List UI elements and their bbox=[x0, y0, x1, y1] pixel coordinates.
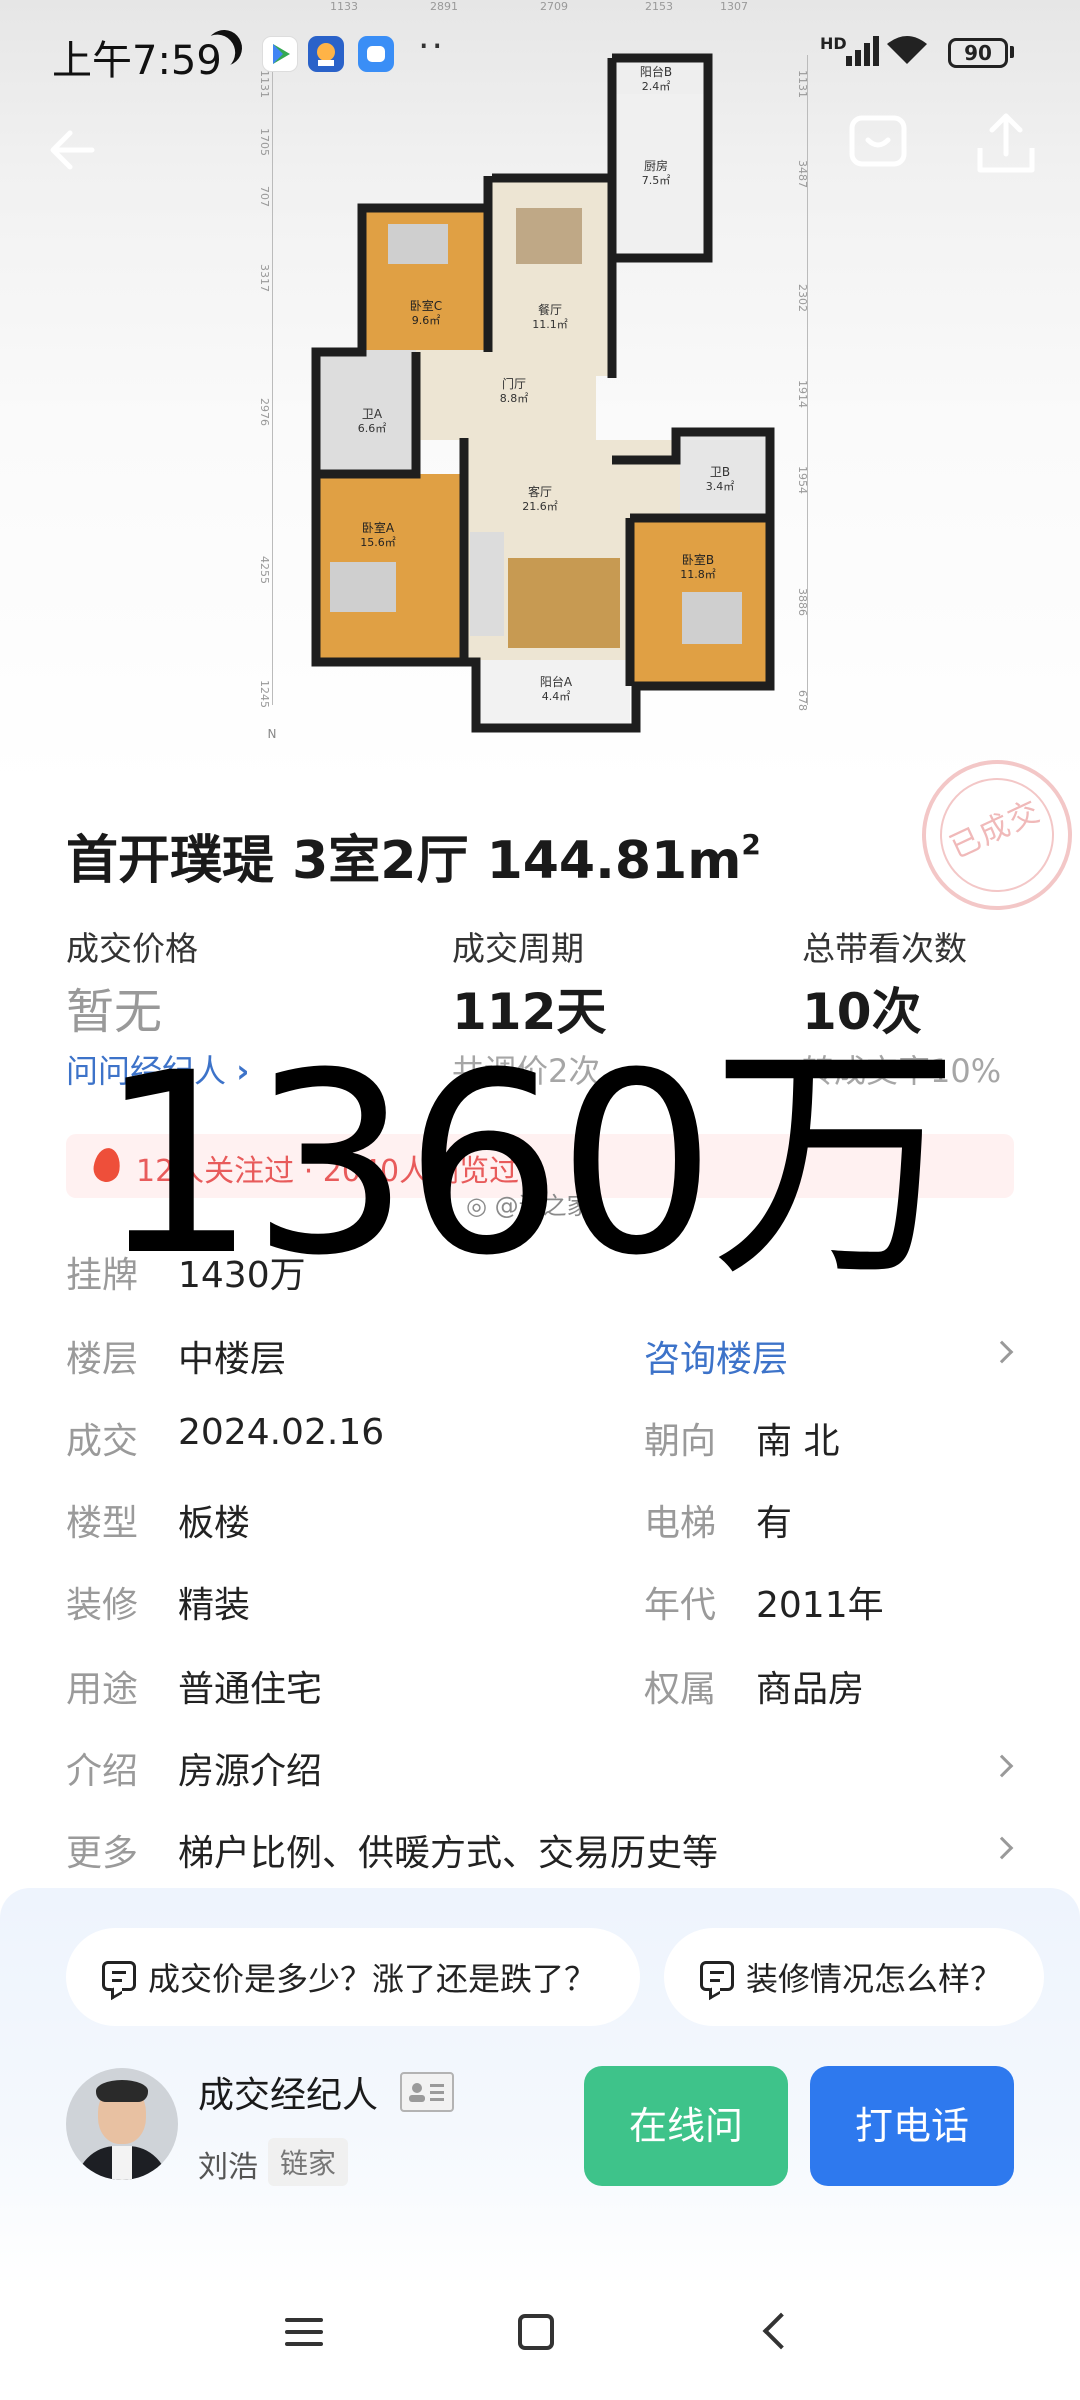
question-chip-decoration[interactable]: 装修情况怎么样？ bbox=[664, 1928, 1044, 2026]
svg-text:9.6㎡: 9.6㎡ bbox=[412, 314, 441, 327]
share-icon bbox=[977, 113, 1035, 173]
battery-tip bbox=[1010, 46, 1014, 58]
call-button[interactable]: 打电话 bbox=[810, 2066, 1014, 2186]
svg-text:卧室A: 卧室A bbox=[362, 520, 395, 535]
deal-date-value: 2024.02.16 bbox=[178, 1412, 385, 1453]
more-link[interactable]: 梯户比例、供暖方式、交易历史等 bbox=[178, 1824, 718, 1876]
decoration-value: 精装 bbox=[178, 1585, 251, 1626]
network-type: HD bbox=[820, 34, 847, 53]
svg-text:门厅: 门厅 bbox=[502, 376, 526, 391]
question-text: 装修情况怎么样？ bbox=[746, 1960, 1003, 1998]
more-label: 更多 bbox=[66, 1833, 139, 1874]
signal-icon bbox=[873, 36, 879, 66]
consult-floor-link[interactable]: 咨询楼层 bbox=[644, 1330, 788, 1382]
signal-icon bbox=[855, 50, 861, 66]
svg-text:N: N bbox=[268, 727, 277, 741]
deal-date-label: 成交 bbox=[66, 1421, 139, 1462]
recent-apps-button[interactable] bbox=[285, 2316, 323, 2348]
arrow-left-icon bbox=[50, 130, 95, 170]
home-button[interactable] bbox=[518, 2314, 554, 2350]
usage-value: 普通住宅 bbox=[178, 1669, 323, 1710]
building-type-label: 楼型 bbox=[66, 1503, 139, 1544]
question-chat-icon bbox=[700, 1961, 734, 1991]
usage-label: 用途 bbox=[66, 1669, 139, 1710]
business-card-icon[interactable] bbox=[400, 2072, 454, 2112]
play-store-icon bbox=[262, 36, 298, 72]
ownership-label: 权属 bbox=[644, 1669, 717, 1710]
agent-role: 成交经纪人 bbox=[198, 2075, 379, 2116]
question-chip-price[interactable]: 成交价是多少？涨了还是跌了？ bbox=[66, 1928, 640, 2026]
intro-label: 介绍 bbox=[66, 1751, 139, 1792]
status-time: 上午7:59 bbox=[52, 38, 222, 84]
battery-icon: 90 bbox=[948, 38, 1008, 68]
avatar-hair bbox=[96, 2080, 148, 2102]
svg-text:客厅: 客厅 bbox=[528, 484, 552, 499]
svg-text:11.1㎡: 11.1㎡ bbox=[532, 318, 568, 331]
deal-price-label: 成交价格 bbox=[66, 929, 198, 968]
svg-text:21.6㎡: 21.6㎡ bbox=[522, 500, 558, 513]
message-app-icon bbox=[358, 36, 394, 72]
app-notification-icon bbox=[308, 36, 344, 72]
svg-text:7.5㎡: 7.5㎡ bbox=[642, 174, 671, 187]
build-year-label: 年代 bbox=[644, 1585, 717, 1626]
orientation-label: 朝向 bbox=[644, 1421, 717, 1462]
floor-value: 中楼层 bbox=[178, 1339, 287, 1380]
svg-text:3.4㎡: 3.4㎡ bbox=[706, 480, 735, 493]
svg-text:餐厅: 餐厅 bbox=[538, 302, 562, 317]
question-text: 成交价是多少？涨了还是跌了？ bbox=[148, 1960, 597, 1998]
floor-plan-image[interactable]: 1133 2891 2709 2153 1307 1131 1705 707 3… bbox=[0, 0, 1080, 790]
signal-icon bbox=[864, 43, 870, 66]
svg-text:厨房: 厨房 bbox=[644, 158, 668, 173]
listing-title: 首开璞瑅 3室2厅 144.81m2 bbox=[66, 818, 761, 893]
svg-text:卧室B: 卧室B bbox=[682, 552, 714, 567]
avatar-shirt bbox=[112, 2146, 132, 2180]
agent-name: 刘浩 bbox=[198, 2150, 258, 2185]
svg-text:卫A: 卫A bbox=[362, 407, 383, 421]
elevator-label: 电梯 bbox=[644, 1503, 717, 1544]
more-notifications-icon: ·· bbox=[418, 26, 445, 67]
viewings-label: 总带看次数 bbox=[802, 929, 967, 968]
floor-label: 楼层 bbox=[66, 1339, 139, 1380]
svg-text:8.8㎡: 8.8㎡ bbox=[500, 392, 529, 405]
deal-cycle-label: 成交周期 bbox=[452, 929, 584, 968]
svg-text:15.6㎡: 15.6㎡ bbox=[360, 536, 396, 549]
svg-text:4.4㎡: 4.4㎡ bbox=[542, 690, 571, 703]
overlay-price-text: 1360万 bbox=[98, 1019, 960, 1310]
question-chat-icon bbox=[102, 1961, 136, 1991]
agent-company-badge: 链家 bbox=[268, 2138, 349, 2186]
elevator-value: 有 bbox=[756, 1503, 793, 1544]
svg-text:11.8㎡: 11.8㎡ bbox=[680, 568, 716, 581]
floor-plan-drawing: 阳台B 2.4㎡ 厨房 7.5㎡ 卧室C 9.6㎡ 餐厅 11.1㎡ 卫A 6.… bbox=[268, 53, 775, 741]
svg-text:6.6㎡: 6.6㎡ bbox=[358, 422, 387, 435]
orientation-value: 南 北 bbox=[756, 1421, 840, 1462]
online-chat-button[interactable]: 在线问 bbox=[584, 2066, 788, 2186]
intro-link[interactable]: 房源介绍 bbox=[178, 1742, 322, 1794]
title-text: 首开璞瑅 3室2厅 144.81m bbox=[66, 831, 742, 891]
svg-text:卧室C: 卧室C bbox=[410, 298, 442, 313]
message-button[interactable] bbox=[846, 112, 910, 176]
ownership-value: 商品房 bbox=[756, 1669, 865, 1710]
build-year-value: 2011年 bbox=[756, 1585, 884, 1626]
svg-text:卫B: 卫B bbox=[710, 465, 730, 479]
svg-text:阳台A: 阳台A bbox=[540, 674, 573, 689]
signal-icon bbox=[846, 56, 852, 66]
share-button[interactable] bbox=[972, 108, 1040, 180]
decoration-label: 装修 bbox=[66, 1585, 139, 1626]
wifi-icon bbox=[885, 34, 929, 64]
building-type-value: 板楼 bbox=[178, 1503, 251, 1544]
back-button[interactable] bbox=[40, 115, 110, 185]
status-bar: 上午7:59 ·· HD 90 bbox=[0, 0, 1080, 110]
title-superscript: 2 bbox=[741, 828, 761, 861]
chat-bubble-icon bbox=[849, 115, 907, 167]
agent-avatar[interactable] bbox=[66, 2068, 178, 2180]
